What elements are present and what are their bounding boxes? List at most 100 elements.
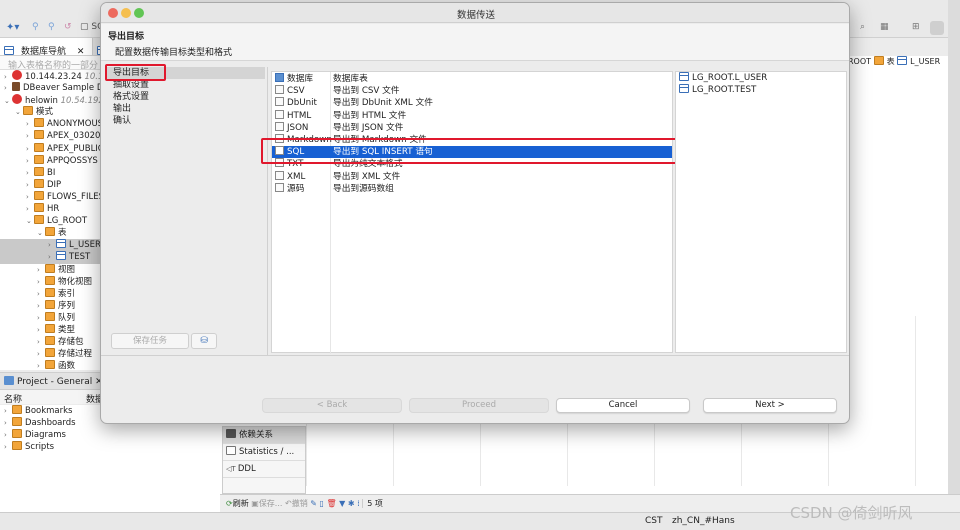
folder-icon — [12, 429, 22, 439]
expand-down-icon[interactable]: ⌄ — [26, 215, 34, 227]
expand-right-icon[interactable]: › — [26, 143, 34, 155]
format-icon — [275, 121, 284, 131]
tab-dependencies[interactable]: 依赖关系 — [223, 427, 305, 444]
expand-right-icon[interactable]: › — [26, 155, 34, 167]
proceed-button[interactable]: Proceed — [409, 398, 549, 413]
highlight-export-target — [105, 64, 166, 81]
expand-right-icon[interactable]: › — [37, 348, 45, 360]
format-name: HTML — [275, 109, 311, 122]
step-confirm[interactable]: 确认 — [105, 115, 265, 127]
add-row-icon[interactable]: ▯ — [320, 499, 324, 508]
breadcrumb-root[interactable]: ROOT — [848, 57, 871, 66]
tab-database-navigator[interactable]: 数据库导航 ✕ — [0, 38, 94, 55]
breadcrumb-l-user[interactable]: L_USER — [910, 57, 940, 66]
expand-right-icon[interactable]: › — [26, 130, 34, 142]
revert-icon: ↶ — [285, 499, 292, 508]
save-task-button[interactable]: 保存任务 — [111, 333, 189, 349]
tree-node-label: 10.144.23.24 — [25, 72, 82, 82]
folder-icon — [12, 405, 22, 414]
format-description: 导出到源码数组 — [333, 183, 394, 194]
save-button[interactable]: ▣保存... — [251, 499, 282, 508]
project-item-label: Diagrams — [25, 430, 66, 441]
step-output[interactable]: 输出 — [105, 103, 265, 115]
disconnect-icon[interactable]: ⚲ — [48, 22, 55, 32]
refresh-button[interactable]: ⟳刷新 — [226, 499, 249, 508]
format-name-text: 源码 — [287, 183, 305, 194]
close-icon[interactable]: ✕ — [73, 44, 89, 55]
dbeaver-icon[interactable] — [930, 21, 944, 35]
expand-right-icon[interactable]: › — [37, 336, 45, 348]
folder-icon — [45, 348, 55, 358]
expand-right-icon[interactable]: › — [26, 203, 34, 215]
expand-right-icon[interactable]: › — [4, 417, 12, 429]
expand-right-icon[interactable]: › — [4, 441, 12, 453]
expand-right-icon[interactable]: › — [4, 82, 12, 94]
expand-right-icon[interactable]: › — [48, 239, 56, 251]
format-description: 导出到 HTML 文件 — [333, 110, 407, 121]
perspective-icon[interactable]: ▦ — [880, 22, 889, 32]
format-row[interactable]: XML 导出到 XML 文件 — [272, 170, 672, 183]
search-icon[interactable]: ⌕ — [860, 22, 865, 32]
expand-right-icon[interactable]: › — [4, 429, 12, 441]
project-item-label: Dashboards — [25, 418, 76, 429]
project-item[interactable]: › Diagrams — [0, 429, 220, 441]
format-row[interactable]: CSV 导出到 CSV 文件 — [272, 85, 672, 97]
expand-right-icon[interactable]: › — [37, 324, 45, 336]
project-item-label: Bookmarks — [25, 406, 73, 416]
tree-node-label: 索引 — [58, 288, 76, 299]
settings-icon[interactable]: ✱ — [348, 499, 355, 508]
layout-icon[interactable]: ⊞ — [912, 22, 920, 32]
table-icon — [897, 56, 908, 65]
project-item[interactable]: › Scripts — [0, 441, 220, 453]
ddl-icon: ◁T — [226, 465, 238, 473]
breadcrumb-tables[interactable]: 表 — [887, 57, 895, 66]
expand-right-icon[interactable]: › — [37, 312, 45, 324]
columns-icon[interactable]: ⁞ — [357, 499, 360, 508]
expand-down-icon[interactable]: ⌄ — [15, 106, 23, 118]
expand-right-icon[interactable]: › — [37, 300, 45, 312]
plug-icon[interactable]: ⚲ — [32, 22, 39, 32]
table-icon — [56, 239, 66, 249]
format-row[interactable]: DbUnit 导出到 DbUnit XML 文件 — [272, 97, 672, 109]
expand-right-icon[interactable]: › — [37, 288, 45, 300]
folder-icon — [12, 441, 22, 451]
tree-node-label: 视图 — [58, 264, 76, 275]
expand-down-icon[interactable]: ⌄ — [37, 227, 45, 239]
expand-right-icon[interactable]: › — [48, 251, 56, 263]
tab-statistics[interactable]: Statistics / ... — [223, 444, 305, 461]
step-format-settings[interactable]: 格式设置 — [105, 91, 265, 103]
back-button[interactable]: < Back — [262, 398, 402, 413]
task-icon-button[interactable]: ⛁ — [191, 333, 217, 349]
cancel-button[interactable]: Cancel — [556, 398, 690, 413]
expand-down-icon[interactable]: ⌄ — [4, 95, 12, 107]
delete-icon[interactable]: 🗑 — [326, 499, 336, 508]
format-row[interactable]: 源码 导出到源码数组 — [272, 182, 672, 195]
expand-right-icon[interactable]: › — [37, 264, 45, 276]
edit-icon[interactable]: ✎ — [310, 499, 317, 508]
source-table-item[interactable]: LG_ROOT.TEST — [676, 84, 846, 96]
next-button[interactable]: Next > — [703, 398, 837, 413]
tree-node-label: HR — [47, 204, 60, 215]
source-table-item[interactable]: LG_ROOT.L_USER — [676, 72, 846, 84]
expand-right-icon[interactable]: › — [26, 118, 34, 130]
format-row[interactable]: HTML 导出到 HTML 文件 — [272, 109, 672, 122]
footer-divider — [101, 355, 849, 356]
format-row[interactable]: JSON 导出到 JSON 文件 — [272, 121, 672, 134]
format-database[interactable]: 数据库 数据库表 — [272, 73, 672, 85]
expand-right-icon[interactable]: › — [26, 191, 34, 203]
folder-icon — [45, 299, 55, 309]
format-icon — [275, 97, 284, 107]
expand-right-icon[interactable]: › — [4, 405, 12, 417]
tree-node-label: FLOWS_FILES — [47, 191, 104, 202]
revert-button[interactable]: ↶撤销 — [285, 499, 308, 508]
expand-right-icon[interactable]: › — [37, 360, 45, 370]
expand-right-icon[interactable]: › — [37, 276, 45, 288]
expand-right-icon[interactable]: › — [26, 179, 34, 191]
rollback-icon[interactable]: ↺ — [64, 22, 72, 32]
status-timezone: CST — [645, 516, 663, 526]
connect-icon[interactable]: ✦▾ — [6, 22, 19, 33]
expand-right-icon[interactable]: › — [26, 167, 34, 179]
filter-icon[interactable]: ▼ — [339, 499, 345, 508]
tab-ddl[interactable]: ◁T DDL — [223, 461, 305, 478]
wizard-steps: 导出目标 抽取设置 格式设置 输出 确认 — [105, 67, 265, 357]
